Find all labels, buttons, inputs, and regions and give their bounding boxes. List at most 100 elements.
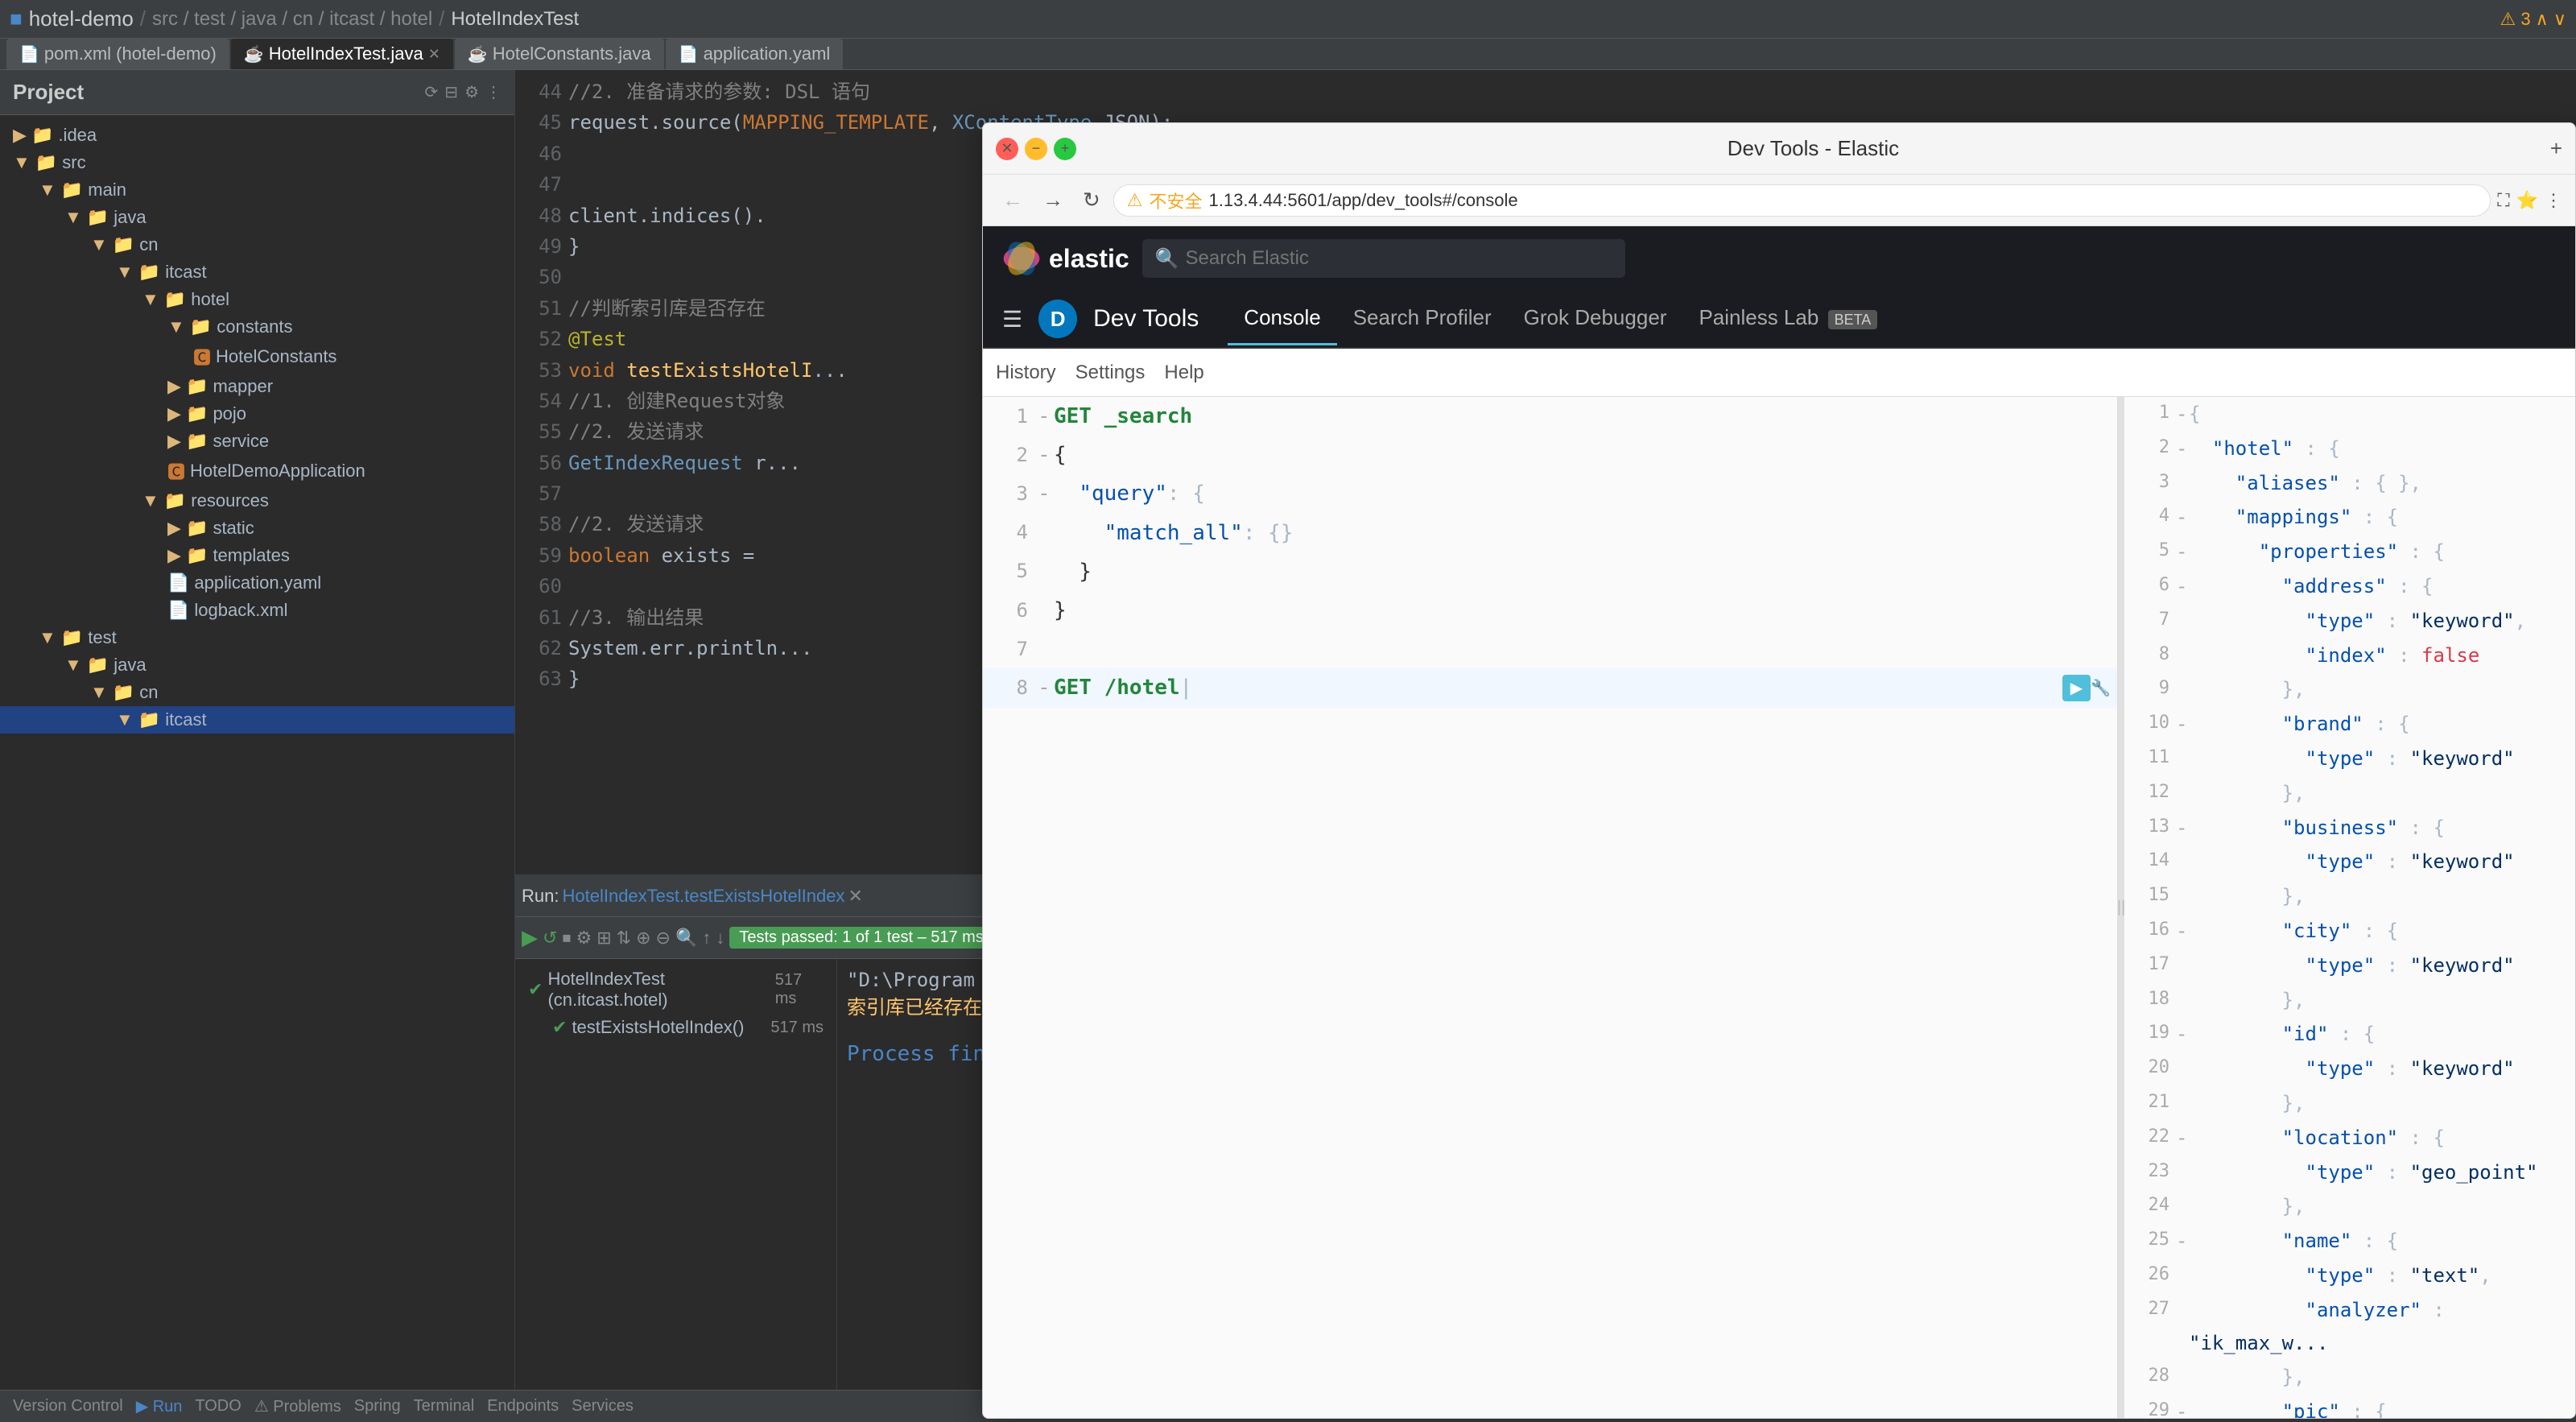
address-bar[interactable]: ⚠ 不安全 1.13.4.44:5601/app/dev_tools#/cons… <box>1113 184 2491 217</box>
run-tab-close[interactable]: ✕ <box>848 886 862 907</box>
user-avatar[interactable]: D <box>1038 300 1077 338</box>
pass-badge: Tests passed: 1 of 1 test – 517 ms <box>729 927 993 949</box>
run-rerun-btn[interactable]: ↺ <box>543 928 557 949</box>
ide-breadcrumb-sep2: / <box>439 6 444 31</box>
tab-constants-label: HotelConstants.java <box>493 43 651 64</box>
statusbar-endpoints[interactable]: Endpoints <box>487 1397 559 1416</box>
statusbar-run[interactable]: ▶ Run <box>136 1396 183 1416</box>
run-tree: ✔ HotelIndexTest (cn.itcast.hotel) 517 m… <box>515 959 837 1390</box>
tree-label: service <box>213 431 269 452</box>
nav-tab-grok-debugger[interactable]: Grok Debugger <box>1508 292 1683 345</box>
tree-cn[interactable]: ▼ 📁 cn <box>0 231 514 258</box>
tree-logback[interactable]: 📄 logback.xml <box>0 597 514 624</box>
sidebar-action-menu[interactable]: ⋮ <box>485 82 502 102</box>
tree-test[interactable]: ▼ 📁 test <box>0 624 514 651</box>
share-btn[interactable]: ⛶ <box>2497 190 2509 211</box>
statusbar-spring[interactable]: Spring <box>354 1397 401 1416</box>
tree-test-itcast[interactable]: ▼ 📁 itcast <box>0 706 514 734</box>
json-line-1: 1 - { <box>2124 397 2575 432</box>
run-sort-btn[interactable]: ⇅ <box>617 928 631 949</box>
run-collapse-btn[interactable]: ⊖ <box>656 928 671 949</box>
tree-service[interactable]: ▶ 📁 service <box>0 428 514 455</box>
nav-tab-painless-lab[interactable]: Painless Lab BETA <box>1682 292 1893 345</box>
run-tab-label: Run: <box>522 886 559 907</box>
run-stop-btn[interactable]: ⏹ <box>562 928 571 949</box>
elastic-search-bar[interactable]: 🔍 <box>1142 239 1625 278</box>
bookmark-btn[interactable]: ⭐ <box>2516 190 2538 211</box>
run-prev-btn[interactable]: ↑ <box>702 928 711 949</box>
tab-yaml-label: application.yaml <box>704 43 831 64</box>
tree-application-yaml[interactable]: 📄 application.yaml <box>0 569 514 597</box>
tree-label: cn <box>139 682 158 703</box>
nav-forward-btn[interactable]: → <box>1036 184 1070 216</box>
console-drag-handle[interactable]: || <box>2118 397 2124 1418</box>
browser-minimize-btn[interactable]: − <box>1025 138 1047 160</box>
hamburger-icon[interactable]: ☰ <box>996 300 1029 339</box>
tree-idea[interactable]: ▶ 📁 .idea <box>0 122 514 149</box>
tree-templates[interactable]: ▶ 📁 templates <box>0 542 514 569</box>
run-play-btn[interactable]: ▶ <box>522 925 538 950</box>
sidebar-action-collapse[interactable]: ⊟ <box>444 82 458 102</box>
run-tree-suite[interactable]: ✔ HotelIndexTest (cn.itcast.hotel) 517 m… <box>522 965 830 1014</box>
tab-hotel-constants[interactable]: ☕ HotelConstants.java <box>455 39 664 69</box>
tree-java[interactable]: ▼ 📁 java <box>0 204 514 231</box>
tree-test-cn[interactable]: ▼ 📁 cn <box>0 679 514 706</box>
tree-test-java[interactable]: ▼ 📁 java <box>0 651 514 679</box>
nav-refresh-btn[interactable]: ↻ <box>1076 184 1107 216</box>
sidebar-action-sync[interactable]: ⟳ <box>425 82 439 102</box>
run-tree-method[interactable]: ✔ testExistsHotelIndex() 517 ms <box>522 1014 830 1041</box>
tab-pom-xml[interactable]: 📄 pom.xml (hotel-demo) <box>6 39 229 69</box>
sidebar-action-settings[interactable]: ⚙ <box>464 82 479 102</box>
statusbar-problems[interactable]: ⚠ Problems <box>254 1396 341 1416</box>
statusbar-todo[interactable]: TODO <box>195 1397 241 1416</box>
statusbar-services[interactable]: Services <box>572 1397 634 1416</box>
tree-label: HotelDemoApplication <box>190 461 365 482</box>
tab-hotel-index-test[interactable]: ☕ HotelIndexTest.java ✕ <box>231 39 453 69</box>
sub-nav-settings[interactable]: Settings <box>1075 362 1146 384</box>
browser-menu-btn[interactable]: ⋮ <box>2545 190 2562 211</box>
tree-main[interactable]: ▼ 📁 main <box>0 176 514 204</box>
tree-hoteldemoapp[interactable]: 🅲 HotelDemoApplication <box>0 455 514 487</box>
tree-constants[interactable]: ▼ 📁 constants <box>0 313 514 341</box>
tree-pojo[interactable]: ▶ 📁 pojo <box>0 400 514 428</box>
tree-label: .idea <box>58 125 97 146</box>
ide-sidebar: Project ⟳ ⊟ ⚙ ⋮ ▶ 📁 .idea ▼ 📁 src <box>0 70 515 1390</box>
browser-maximize-btn[interactable]: + <box>1054 138 1076 160</box>
tab-hotel-close[interactable]: ✕ <box>428 46 440 63</box>
tree-hotelconstants[interactable]: 🅲 HotelConstants <box>0 341 514 373</box>
run-tab-test-name[interactable]: HotelIndexTest.testExistsHotelIndex <box>562 886 844 907</box>
elastic-search-input[interactable] <box>1186 247 1612 270</box>
sub-nav-history[interactable]: History <box>996 362 1056 384</box>
query-options-btn[interactable]: 🔧 <box>2091 678 2111 698</box>
nav-back-btn[interactable]: ← <box>996 184 1030 216</box>
nav-tab-search-profiler[interactable]: Search Profiler <box>1337 292 1508 345</box>
tab-application-yaml[interactable]: 📄 application.yaml <box>666 39 844 69</box>
run-next-btn[interactable]: ↓ <box>716 928 724 949</box>
run-settings-btn[interactable]: ⚙ <box>576 928 592 949</box>
tree-static[interactable]: ▶ 📁 static <box>0 515 514 542</box>
tree-itcast[interactable]: ▼ 📁 itcast <box>0 258 514 286</box>
file-tree: ▶ 📁 .idea ▼ 📁 src ▼ 📁 main ▼ 📁 java <box>0 115 514 1390</box>
new-tab-btn[interactable]: + <box>2550 136 2562 161</box>
sub-nav-help[interactable]: Help <box>1164 362 1203 384</box>
statusbar-version-control[interactable]: Version Control <box>13 1397 123 1416</box>
run-expand-btn[interactable]: ⊕ <box>636 928 650 949</box>
tree-label: java <box>114 655 146 676</box>
json-line-21: 21 }, <box>2124 1086 2575 1121</box>
run-filter-btn[interactable]: ⊞ <box>597 928 611 949</box>
json-line-23: 23 "type" : "geo_point" <box>2124 1155 2575 1190</box>
tree-hotel[interactable]: ▼ 📁 hotel <box>0 286 514 313</box>
folder-icon: ▼ 📁 <box>142 490 186 511</box>
tree-src[interactable]: ▼ 📁 src <box>0 149 514 176</box>
tree-resources[interactable]: ▼ 📁 resources <box>0 487 514 515</box>
console-editor[interactable]: 1 - GET _search 2 - { 3 - "query": { 4 <box>983 397 2117 1418</box>
statusbar-terminal[interactable]: Terminal <box>414 1397 475 1416</box>
nav-tab-console[interactable]: Console <box>1228 292 1336 345</box>
console-line-6: 6 } <box>983 591 2117 630</box>
run-query-btn[interactable]: ▶ <box>2062 675 2091 701</box>
browser-close-btn[interactable]: ✕ <box>996 138 1018 160</box>
run-search-btn[interactable]: 🔍 <box>675 928 697 949</box>
tree-mapper[interactable]: ▶ 📁 mapper <box>0 373 514 400</box>
json-line-15: 15 }, <box>2124 879 2575 914</box>
folder-icon: ▶ 📁 <box>167 376 208 397</box>
